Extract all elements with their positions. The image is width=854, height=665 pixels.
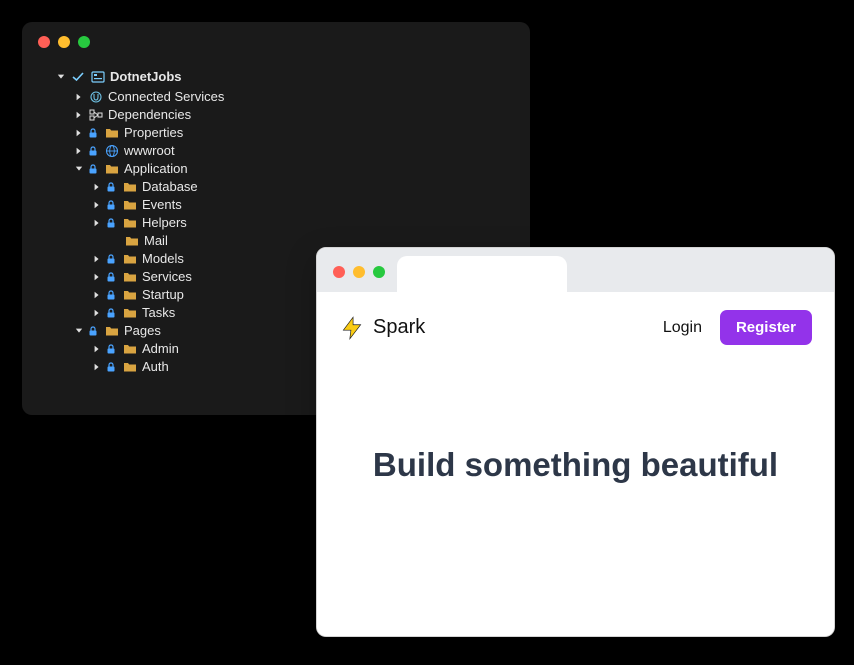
lock-icon xyxy=(88,325,100,337)
chevron-right-icon[interactable] xyxy=(92,272,102,282)
tree-item-label: Events xyxy=(142,196,182,214)
tree-item[interactable]: Connected Services xyxy=(38,88,514,106)
tree-item-label: Admin xyxy=(142,340,179,358)
folder-icon xyxy=(122,269,138,285)
chevron-right-icon[interactable] xyxy=(92,200,102,210)
browser-tabbar xyxy=(317,248,834,292)
hero-title: Build something beautiful xyxy=(373,446,778,484)
close-icon[interactable] xyxy=(38,36,50,48)
lock-icon xyxy=(106,271,118,283)
browser-tab[interactable] xyxy=(397,256,567,292)
brand-name: Spark xyxy=(373,316,425,339)
window-controls xyxy=(333,266,385,278)
chevron-down-icon[interactable] xyxy=(56,72,66,82)
folder-icon xyxy=(122,341,138,357)
tree-item-label: Mail xyxy=(144,232,168,250)
chevron-right-icon[interactable] xyxy=(74,92,84,102)
bolt-icon xyxy=(339,315,365,341)
tree-item[interactable]: Properties xyxy=(38,124,514,142)
tree-item[interactable]: Application xyxy=(38,160,514,178)
lock-icon xyxy=(88,163,100,175)
chevron-right-icon[interactable] xyxy=(92,362,102,372)
window-controls xyxy=(38,36,514,48)
tree-item[interactable]: Helpers xyxy=(38,214,514,232)
tree-item[interactable]: Events xyxy=(38,196,514,214)
folder-icon xyxy=(122,287,138,303)
tree-item-label: wwwroot xyxy=(124,142,175,160)
tree-item-label: Dependencies xyxy=(108,106,191,124)
minimize-icon[interactable] xyxy=(58,36,70,48)
chevron-right-icon[interactable] xyxy=(92,344,102,354)
lock-icon xyxy=(106,217,118,229)
chevron-right-icon[interactable] xyxy=(92,254,102,264)
lock-icon xyxy=(106,289,118,301)
folder-icon xyxy=(122,305,138,321)
hero-section: Build something beautiful xyxy=(317,363,834,636)
chevron-right-icon[interactable] xyxy=(92,290,102,300)
project-name: DotnetJobs xyxy=(110,68,182,86)
folder-icon xyxy=(122,215,138,231)
close-icon[interactable] xyxy=(333,266,345,278)
folder-icon xyxy=(124,233,140,249)
chevron-down-icon[interactable] xyxy=(74,164,84,174)
tree-item-label: Models xyxy=(142,250,184,268)
brand[interactable]: Spark xyxy=(339,315,425,341)
tree-item-label: Auth xyxy=(142,358,169,376)
tree-item-label: Application xyxy=(124,160,188,178)
lock-icon xyxy=(106,343,118,355)
tree-item-label: Tasks xyxy=(142,304,175,322)
lock-icon xyxy=(106,307,118,319)
tree-item[interactable]: Dependencies xyxy=(38,106,514,124)
lock-icon xyxy=(106,253,118,265)
plug-icon xyxy=(88,89,104,105)
tree-item-label: Pages xyxy=(124,322,161,340)
page-body: Spark Login Register Build something bea… xyxy=(317,292,834,636)
chevron-right-icon[interactable] xyxy=(74,128,84,138)
chevron-right-icon[interactable] xyxy=(74,146,84,156)
chevron-right-icon[interactable] xyxy=(92,308,102,318)
folder-icon xyxy=(104,323,120,339)
login-link[interactable]: Login xyxy=(663,319,702,337)
chevron-right-icon[interactable] xyxy=(74,110,84,120)
chevron-right-icon[interactable] xyxy=(92,182,102,192)
folder-icon xyxy=(104,125,120,141)
lock-icon xyxy=(88,145,100,157)
maximize-icon[interactable] xyxy=(373,266,385,278)
tree-item-label: Services xyxy=(142,268,192,286)
tree-item-label: Startup xyxy=(142,286,184,304)
tree-item[interactable]: Database xyxy=(38,178,514,196)
globe-icon xyxy=(104,143,120,159)
tree-item-label: Connected Services xyxy=(108,88,224,106)
maximize-icon[interactable] xyxy=(78,36,90,48)
folder-icon xyxy=(122,197,138,213)
lock-icon xyxy=(88,127,100,139)
tree-item-label: Properties xyxy=(124,124,183,142)
lock-icon xyxy=(106,361,118,373)
folder-icon xyxy=(122,251,138,267)
chevron-right-icon[interactable] xyxy=(92,218,102,228)
nav-right: Login Register xyxy=(663,310,812,345)
chevron-down-icon[interactable] xyxy=(74,326,84,336)
lock-icon xyxy=(106,181,118,193)
folder-icon xyxy=(104,161,120,177)
tree-root[interactable]: DotnetJobs xyxy=(38,68,514,86)
minimize-icon[interactable] xyxy=(353,266,365,278)
check-icon xyxy=(70,69,86,85)
browser-window: Spark Login Register Build something bea… xyxy=(316,247,835,637)
folder-icon xyxy=(122,359,138,375)
tree-item-label: Helpers xyxy=(142,214,187,232)
tree-item[interactable]: wwwroot xyxy=(38,142,514,160)
lock-icon xyxy=(106,199,118,211)
register-button[interactable]: Register xyxy=(720,310,812,345)
folder-icon xyxy=(122,179,138,195)
tree-item-label: Database xyxy=(142,178,198,196)
site-header: Spark Login Register xyxy=(317,292,834,363)
csproj-icon xyxy=(90,69,106,85)
dep-icon xyxy=(88,107,104,123)
